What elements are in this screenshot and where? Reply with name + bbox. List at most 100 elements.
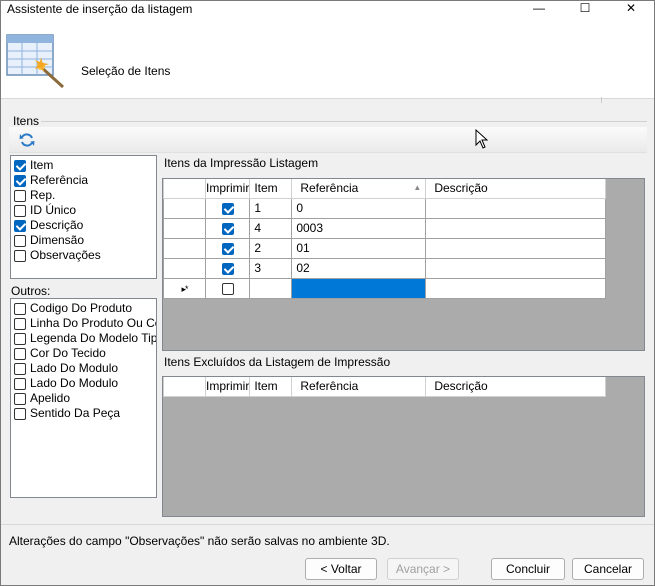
new-row[interactable]: ▸*: [163, 277, 607, 299]
column-header-referencia[interactable]: Referência ▲: [291, 179, 427, 199]
field-item-label: Rep.: [30, 188, 56, 202]
imprimir-checkbox[interactable]: [221, 282, 234, 295]
column-header-item[interactable]: Item: [249, 377, 293, 397]
excluded-items-grid[interactable]: Imprimir Item Referência Descrição: [162, 376, 645, 517]
item-cell[interactable]: 1: [249, 197, 293, 219]
table-row[interactable]: 10: [163, 197, 607, 219]
referencia-cell-selected[interactable]: [291, 277, 427, 299]
checkbox[interactable]: [14, 235, 26, 247]
finish-button[interactable]: Concluir: [491, 558, 565, 580]
checkbox[interactable]: [14, 175, 26, 187]
table-header-row: Imprimir Item Referência ▲ Descrição: [163, 179, 607, 199]
checkbox[interactable]: [14, 190, 26, 202]
column-header-imprimir[interactable]: Imprimir: [204, 377, 251, 397]
table-row[interactable]: 3 02: [163, 257, 607, 279]
checkbox[interactable]: [14, 303, 26, 315]
excluded-grid-label: Itens Excluídos da Listagem de Impressão: [164, 355, 391, 369]
outros-item-label: Sentido Da Peça: [30, 406, 121, 420]
outros-item[interactable]: Lado Do Modulo: [11, 376, 156, 391]
field-item[interactable]: Item: [11, 158, 156, 173]
window-title: Assistente de inserção da listagem: [7, 2, 193, 16]
checkbox[interactable]: [14, 393, 26, 405]
referencia-cell[interactable]: 02: [291, 257, 427, 279]
descricao-cell[interactable]: [425, 257, 607, 279]
cancel-button[interactable]: Cancelar: [572, 558, 644, 580]
field-item[interactable]: Rep.: [11, 188, 156, 203]
checkbox[interactable]: [14, 408, 26, 420]
checkbox[interactable]: [14, 333, 26, 345]
new-row-indicator: ▸*: [163, 277, 206, 299]
item-cell[interactable]: 2: [249, 237, 293, 259]
field-item[interactable]: Observações: [11, 248, 156, 263]
row-header[interactable]: [163, 217, 206, 239]
checkbox[interactable]: [14, 250, 26, 262]
field-item[interactable]: Descrição: [11, 218, 156, 233]
imprimir-cell[interactable]: [204, 197, 251, 219]
column-header-referencia[interactable]: Referência: [291, 377, 427, 397]
imprimir-checkbox[interactable]: [221, 242, 234, 255]
referencia-cell[interactable]: 0: [291, 197, 427, 219]
descricao-cell[interactable]: [425, 277, 607, 299]
imprimir-cell[interactable]: [204, 257, 251, 279]
checkbox[interactable]: [14, 220, 26, 232]
column-header-imprimir[interactable]: Imprimir: [204, 179, 251, 199]
row-header[interactable]: [163, 197, 206, 219]
outros-item[interactable]: Sentido Da Peça: [11, 406, 156, 421]
checkbox[interactable]: [14, 205, 26, 217]
column-header-descricao[interactable]: Descrição: [425, 377, 607, 397]
imprimir-checkbox[interactable]: [221, 202, 234, 215]
field-item-label: Referência: [30, 173, 89, 187]
back-button[interactable]: < Voltar: [305, 558, 377, 580]
imprimir-cell[interactable]: [204, 277, 251, 299]
checkbox[interactable]: [14, 378, 26, 390]
table-row[interactable]: 2 01: [163, 237, 607, 259]
field-item-label: ID Único: [30, 203, 77, 217]
wizard-window: Assistente de inserção da listagem — ☐ ✕…: [0, 0, 655, 586]
close-button[interactable]: ✕: [608, 1, 654, 17]
imprimir-checkbox[interactable]: [221, 262, 234, 275]
item-cell[interactable]: 3: [249, 257, 293, 279]
imprimir-checkbox[interactable]: [221, 222, 234, 235]
checkbox[interactable]: [14, 318, 26, 330]
outros-item-label: Apelido: [30, 391, 71, 405]
sort-ascending-icon: ▲: [413, 183, 422, 193]
checkbox[interactable]: [14, 348, 26, 360]
item-cell[interactable]: 4: [249, 217, 293, 239]
included-items-grid[interactable]: Imprimir Item Referência ▲ Descrição 104…: [162, 178, 645, 351]
new-row-icon: ▸*: [181, 284, 188, 294]
descricao-cell[interactable]: [425, 197, 607, 219]
descricao-cell[interactable]: [425, 217, 607, 239]
outros-item[interactable]: Lado Do Modulo: [11, 361, 156, 376]
checkbox[interactable]: [14, 160, 26, 172]
referencia-cell[interactable]: 0003: [291, 217, 427, 239]
row-header[interactable]: [163, 257, 206, 279]
outros-item[interactable]: Linha Do Produto Ou Coc: [11, 316, 156, 331]
window-controls: — ☐ ✕: [516, 1, 654, 17]
column-header-descricao[interactable]: Descrição: [425, 179, 607, 199]
outros-item[interactable]: Apelido: [11, 391, 156, 406]
field-item[interactable]: Dimensão: [11, 233, 156, 248]
field-item[interactable]: Referência: [11, 173, 156, 188]
field-item[interactable]: ID Único: [11, 203, 156, 218]
included-items-table: Imprimir Item Referência ▲ Descrição 104…: [163, 179, 607, 299]
next-button[interactable]: Avançar >: [387, 558, 459, 580]
items-toolbar: [9, 127, 647, 153]
imprimir-cell[interactable]: [204, 237, 251, 259]
minimize-button[interactable]: —: [516, 1, 562, 17]
column-header-item[interactable]: Item: [249, 179, 293, 199]
row-header[interactable]: [163, 237, 206, 259]
checkbox[interactable]: [14, 363, 26, 375]
maximize-button[interactable]: ☐: [562, 1, 608, 17]
outros-item[interactable]: Codigo Do Produto: [11, 301, 156, 316]
outros-item[interactable]: Legenda Do Modelo Tipo: [11, 331, 156, 346]
outros-item[interactable]: Cor Do Tecido: [11, 346, 156, 361]
item-cell[interactable]: [249, 277, 293, 299]
table-row[interactable]: 4 0003: [163, 217, 607, 239]
descricao-cell[interactable]: [425, 237, 607, 259]
referencia-cell[interactable]: 01: [291, 237, 427, 259]
field-item-label: Dimensão: [30, 233, 85, 247]
refresh-icon[interactable]: [19, 132, 35, 148]
included-grid-label: Itens da Impressão Listagem: [164, 156, 319, 170]
imprimir-cell[interactable]: [204, 217, 251, 239]
field-item-label: Observações: [30, 248, 101, 262]
